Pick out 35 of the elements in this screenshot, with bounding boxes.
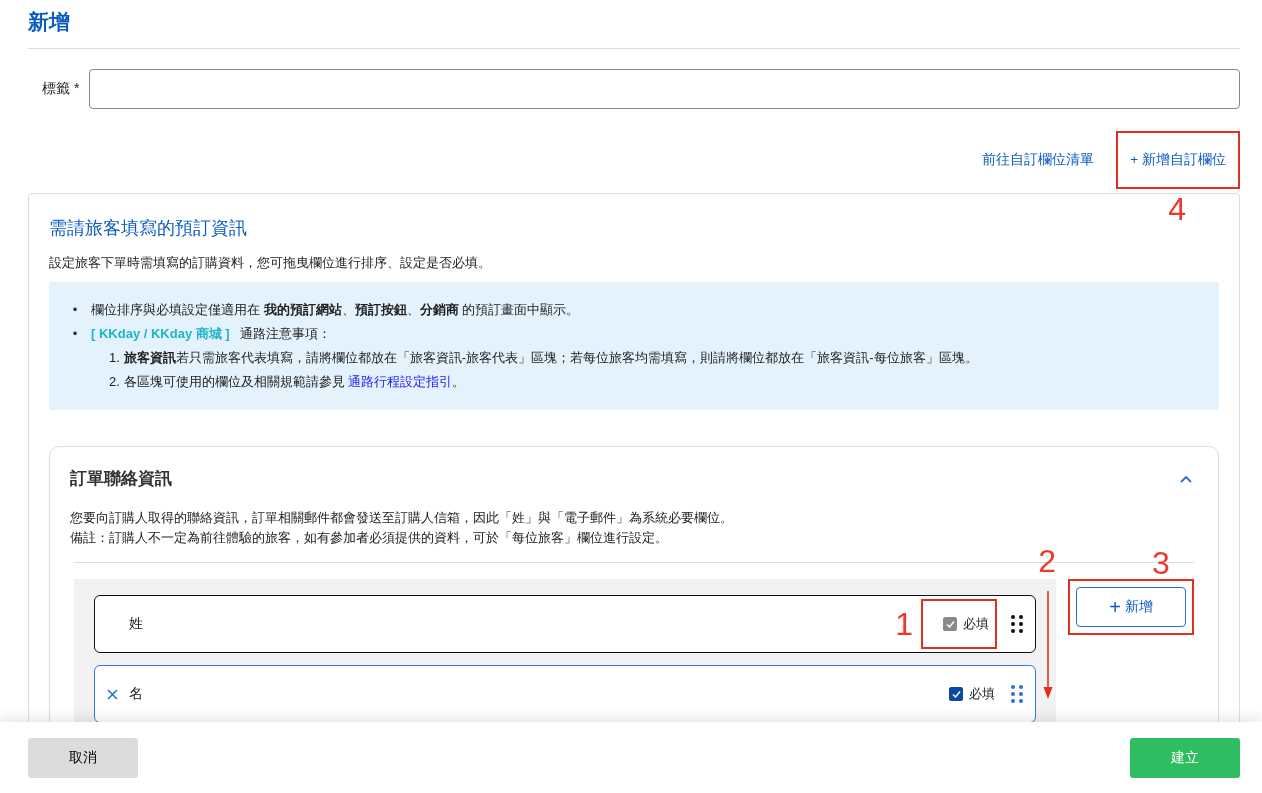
notice-text: 各區塊可使用的欄位及相關規範請參見 通路行程設定指引。 — [123, 373, 466, 391]
checkbox-label: 必填 — [969, 685, 995, 703]
annotation-number: 2 — [1038, 545, 1056, 577]
checkbox[interactable] — [949, 687, 963, 701]
drag-handle-icon[interactable] — [1011, 615, 1023, 633]
page-title: 新增 — [28, 9, 70, 35]
drag-handle-icon[interactable] — [1011, 685, 1023, 703]
field-label: 標籤 * — [42, 80, 80, 98]
channel-tag: [ KKday / KKday 商城 ] — [91, 322, 230, 346]
card-description: 設定旅客下單時需填寫的訂購資料，您可拖曳欄位進行排序、設定是否必填。 — [49, 254, 491, 272]
list-number: 1. — [109, 349, 120, 367]
section-title: 訂單聯絡資訊 — [70, 468, 172, 490]
card-title: 需請旅客填寫的預訂資訊 — [49, 217, 247, 240]
bullet: • — [71, 301, 79, 319]
list-number: 2. — [109, 373, 120, 391]
guide-link[interactable]: 通路行程設定指引 — [348, 374, 453, 389]
annotation-number: 1 — [895, 608, 913, 640]
annotation-number: 4 — [1168, 193, 1187, 225]
cancel-button[interactable]: 取消 — [28, 737, 138, 778]
link[interactable]: + 新增自訂欄位 — [1130, 151, 1226, 169]
add-button[interactable]: + 新增 — [1076, 587, 1186, 627]
remove-icon[interactable] — [107, 688, 118, 700]
notice-text: 旅客資訊若只需旅客代表填寫，請將欄位都放在「旅客資訊-旅客代表」區塊；若每位旅客均需填寫，則請將欄位都放在「旅客資訊-每位旅客」區塊。 — [123, 349, 978, 367]
chevron-up-icon[interactable] — [1180, 474, 1192, 483]
bullet: • — [71, 325, 79, 343]
field-row[interactable]: 名 必填 — [94, 665, 1036, 722]
section-description: 您要向訂購人取得的聯絡資訊，訂單相關郵件都會發送至訂購人信箱，因此「姓」與「電子郵件」為系統必要欄位。 備註：訂購人不一定為前往體驗的旅客，如有參加者必須提供的資料，可於「每位旅客」欄位進行設定。 — [70, 509, 733, 547]
annotation-number: 3 — [1152, 547, 1170, 579]
checkbox-label: 必填 — [963, 615, 989, 633]
input-field[interactable] — [89, 69, 1240, 109]
link[interactable]: 前往自訂欄位清單 — [982, 151, 1095, 169]
notice-text: 通路注意事項： — [239, 325, 331, 343]
field-name: 名 — [129, 685, 143, 703]
notice-text: 欄位排序與必填設定僅適用在 我的預訂網站、預訂按鈕、分銷商 的預訂畫面中顯示。 — [91, 301, 580, 319]
field-name: 姓 — [129, 615, 143, 633]
